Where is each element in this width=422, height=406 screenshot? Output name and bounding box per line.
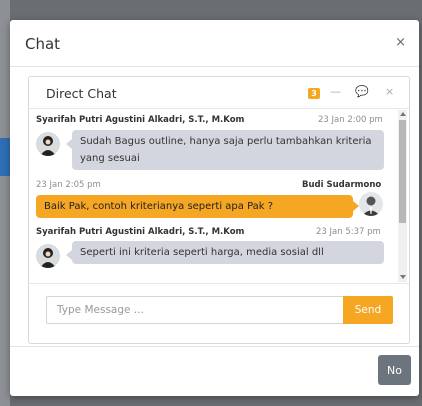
message-input[interactable]	[46, 296, 343, 324]
close-icon[interactable]: ×	[395, 35, 406, 50]
user-male-icon	[362, 196, 380, 216]
message-sender: Syarifah Putri Agustini Alkadri, S.T., M…	[36, 227, 245, 237]
card-title: Direct Chat	[46, 86, 117, 101]
contacts-icon[interactable]: 💬	[355, 85, 369, 98]
page-backdrop	[0, 0, 10, 406]
message-bubble: Sudah Bagus outline, hanya saja perlu ta…	[66, 130, 384, 170]
modal-title: Chat	[25, 35, 61, 53]
unread-badge: 3	[308, 88, 320, 99]
page-backdrop-accent	[0, 138, 10, 176]
message-list[interactable]: Syarifah Putri Agustini Alkadri, S.T., M…	[29, 110, 409, 282]
avatar	[36, 132, 60, 156]
message-sender: Syarifah Putri Agustini Alkadri, S.T., M…	[36, 115, 245, 125]
minimize-icon[interactable]: —	[330, 85, 341, 98]
scroll-down-arrow-icon[interactable]	[400, 275, 406, 279]
message-time: 23 Jan 5:37 pm	[316, 227, 381, 237]
message-time: 23 Jan 2:05 pm	[36, 180, 101, 190]
modal-header: Chat ×	[10, 20, 419, 67]
user-female-icon	[40, 136, 56, 156]
scroll-thumb[interactable]	[399, 120, 406, 223]
message-sender: Budi Sudarmono	[302, 180, 382, 190]
message-time: 23 Jan 2:00 pm	[318, 115, 383, 125]
user-female-icon	[40, 248, 56, 268]
modal-footer: No	[10, 346, 419, 396]
card-footer: Send	[29, 283, 409, 343]
message-bubble: Baik Pak, contoh kriterianya seperti apa…	[36, 195, 359, 218]
remove-icon[interactable]: ×	[385, 85, 394, 98]
card-header: Direct Chat 3 — 💬 ×	[29, 77, 409, 109]
send-button[interactable]: Send	[343, 296, 393, 324]
message-scrollbar[interactable]	[398, 110, 407, 282]
avatar	[359, 192, 383, 216]
message-bubble: Seperti ini kriteria seperti harga, medi…	[66, 241, 384, 264]
chat-modal: Chat × Direct Chat 3 — 💬 × Syarifah Putr…	[10, 20, 419, 396]
scroll-up-arrow-icon[interactable]	[400, 112, 406, 116]
direct-chat-card: Direct Chat 3 — 💬 × Syarifah Putri Agust…	[28, 76, 410, 344]
no-button[interactable]: No	[378, 355, 411, 385]
avatar	[36, 244, 60, 268]
